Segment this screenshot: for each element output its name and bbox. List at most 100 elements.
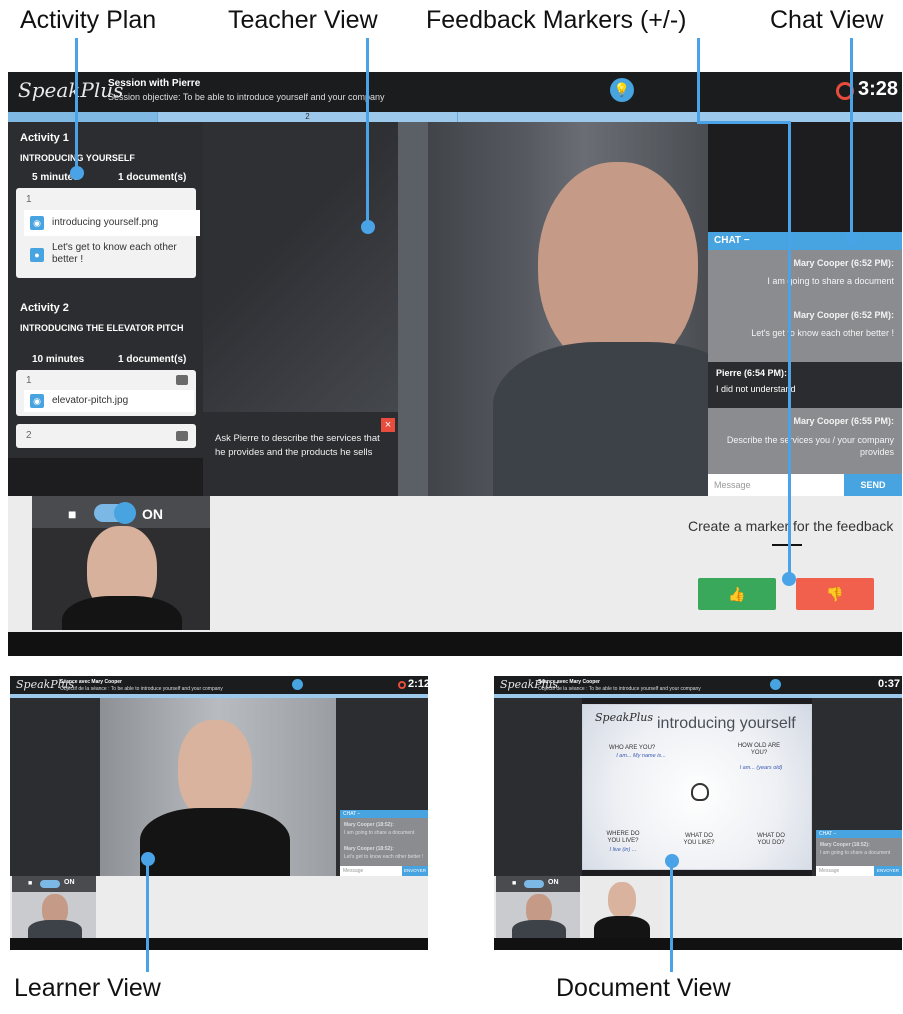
session-timer: 3:28 [858, 78, 899, 100]
camera-toggle[interactable] [524, 880, 544, 888]
session-title: Séance avec Mary Cooper [60, 679, 122, 685]
chat-author-4: Mary Cooper (6:55 PM): [793, 416, 894, 426]
activity-sidebar [10, 698, 100, 876]
chat-bubble-icon: ● [30, 248, 44, 262]
control-panel: ■ ON [494, 876, 902, 938]
positive-feedback-button[interactable]: 👍 [698, 578, 776, 610]
activity-2-title: Activity 2 [20, 302, 69, 314]
person-face [608, 882, 636, 918]
chat-header[interactable]: CHAT − [816, 830, 902, 838]
chat-panel: CHAT − Mary Cooper (6:52 PM): I am going… [708, 232, 902, 496]
answer-age: I am... (years old) [739, 765, 783, 771]
activity-2-duration: 10 minutes [32, 354, 85, 365]
person-icon [691, 783, 709, 801]
collapse-icon[interactable] [176, 431, 188, 441]
teacher-video [398, 122, 708, 496]
chat-message-input[interactable]: Message [708, 474, 844, 496]
eye-icon: ◉ [30, 394, 44, 408]
eye-icon: ◉ [30, 216, 44, 230]
learner-screenshot: SpeakPlus Séance avec Mary Cooper Object… [10, 676, 428, 950]
session-objective: Objectif de la séance : To be able to in… [538, 686, 701, 692]
activity-1-docs: 1 document(s) [118, 172, 187, 183]
teacher-screenshot: SpeakPlus Session with Pierre Session ob… [8, 72, 902, 656]
chat-send-button[interactable]: ENVOYER [402, 866, 428, 876]
person-shirt [28, 920, 82, 938]
callout-activity-plan: Activity Plan [20, 6, 157, 34]
negative-feedback-button[interactable]: 👎 [796, 578, 874, 610]
activity-2-doc-row[interactable]: ◉ elevator-pitch.jpg [24, 390, 194, 412]
instruction-box: Ask Pierre to describe the services that… [203, 412, 398, 496]
chat-author-2: Mary Cooper (18:52): [344, 846, 394, 852]
timer-icon [398, 681, 406, 689]
activity-1-doc: introducing yourself.png [52, 217, 159, 228]
chat-send-button[interactable]: ENVOYER [874, 866, 902, 876]
chat-send-button[interactable]: SEND [844, 474, 902, 496]
camera-toggle[interactable] [94, 502, 136, 524]
chat-panel: CHAT − Mary Cooper (18:52): I am going t… [816, 830, 902, 876]
session-objective: Session objective: To be able to introdu… [108, 92, 385, 102]
document-title: introducing yourself [657, 715, 796, 732]
activity-1-doc-row[interactable]: ◉ introducing yourself.png [24, 210, 200, 236]
activity-1-title: Activity 1 [20, 132, 69, 144]
person-face [538, 162, 698, 372]
activity-2-card-2[interactable]: 2 [16, 424, 196, 448]
progress-segment-2[interactable]: 2 [158, 112, 458, 122]
top-bar: SpeakPlus Session with Pierre Session ob… [8, 72, 902, 112]
shared-document: SpeakPlus introducing yourself WHO ARE Y… [582, 704, 812, 870]
chat-panel: CHAT − Mary Cooper (18:52): I am going t… [340, 810, 428, 876]
control-panel: ■ ON [10, 876, 428, 938]
chat-message-2: Let's get to know each other better ! [344, 854, 424, 860]
collapse-icon[interactable] [176, 375, 188, 385]
chat-author-1: Mary Cooper (6:52 PM): [793, 258, 894, 268]
teacher-thumbnail-video: ■ ON [496, 876, 580, 938]
lightbulb-icon[interactable]: 💡 [610, 78, 634, 102]
camera-icon: ■ [512, 880, 517, 887]
chat-author-1: Mary Cooper (18:52): [344, 822, 394, 828]
activity-1-message[interactable]: Let's get to know each other better ! [52, 242, 182, 266]
person-shirt [62, 596, 182, 630]
lightbulb-icon[interactable] [770, 679, 781, 690]
close-icon[interactable]: × [381, 418, 395, 432]
chat-message-input[interactable]: Message [340, 866, 402, 876]
progress-segment-1[interactable] [8, 112, 158, 122]
control-panel: ■ ON Create a marker for the feedback 👍 … [8, 496, 902, 632]
camera-toggle-label: ON [64, 879, 75, 886]
lightbulb-icon[interactable] [292, 679, 303, 690]
thumbs-down-icon: 👎 [826, 586, 844, 602]
camera-icon: ■ [28, 880, 33, 887]
activity-plan-sidebar: Activity 1 INTRODUCING YOURSELF 5 minute… [8, 122, 203, 458]
session-objective: Objectif de la séance : To be able to in… [60, 686, 223, 692]
callout-learner-view: Learner View [14, 974, 161, 1002]
question-age: HOW OLD ARE YOU? [737, 743, 781, 756]
chat-author-2: Mary Cooper (6:52 PM): [793, 310, 894, 320]
session-timer: 0:37 [878, 678, 901, 690]
learner-video [100, 698, 336, 876]
camera-toggle-label: ON [548, 879, 559, 886]
activity-2-group-2: 2 [26, 430, 32, 441]
callout-chat-view: Chat View [770, 6, 884, 34]
camera-icon: ■ [68, 506, 77, 522]
instruction-text: Ask Pierre to describe the services that… [215, 433, 380, 458]
chat-message-2: Let's get to know each other better ! [751, 328, 894, 338]
chat-header[interactable]: CHAT − [340, 810, 428, 818]
chat-header[interactable]: CHAT − [708, 232, 902, 250]
chat-message-input[interactable]: Message [816, 866, 874, 876]
document-logo: SpeakPlus [595, 711, 653, 724]
chat-message-1: I am going to share a document [344, 830, 415, 836]
callout-feedback-markers: Feedback Markers (+/-) [426, 6, 687, 34]
chat-message-1: I am going to share a document [820, 850, 891, 856]
learner-thumbnail-video: ■ ON [32, 496, 210, 630]
activity-2-doc: elevator-pitch.jpg [52, 395, 129, 406]
question-like: WHAT DO YOU LIKE? [683, 833, 715, 846]
answer-where: I live (in) ... [609, 847, 637, 853]
activity-2-name: INTRODUCING THE ELEVATOR PITCH [20, 323, 184, 333]
chat-message-1: I am going to share a document [767, 276, 894, 286]
person-shirt [493, 342, 708, 496]
chat-message-4: Describe the services you / your company… [726, 435, 894, 457]
activity-sidebar [494, 698, 582, 876]
document-screenshot: SpeakPlus Séance avec Mary Cooper Object… [494, 676, 902, 950]
person-face [178, 720, 252, 820]
callout-document-view: Document View [556, 974, 731, 1002]
camera-toggle[interactable] [40, 880, 60, 888]
session-title: Session with Pierre [108, 78, 201, 89]
